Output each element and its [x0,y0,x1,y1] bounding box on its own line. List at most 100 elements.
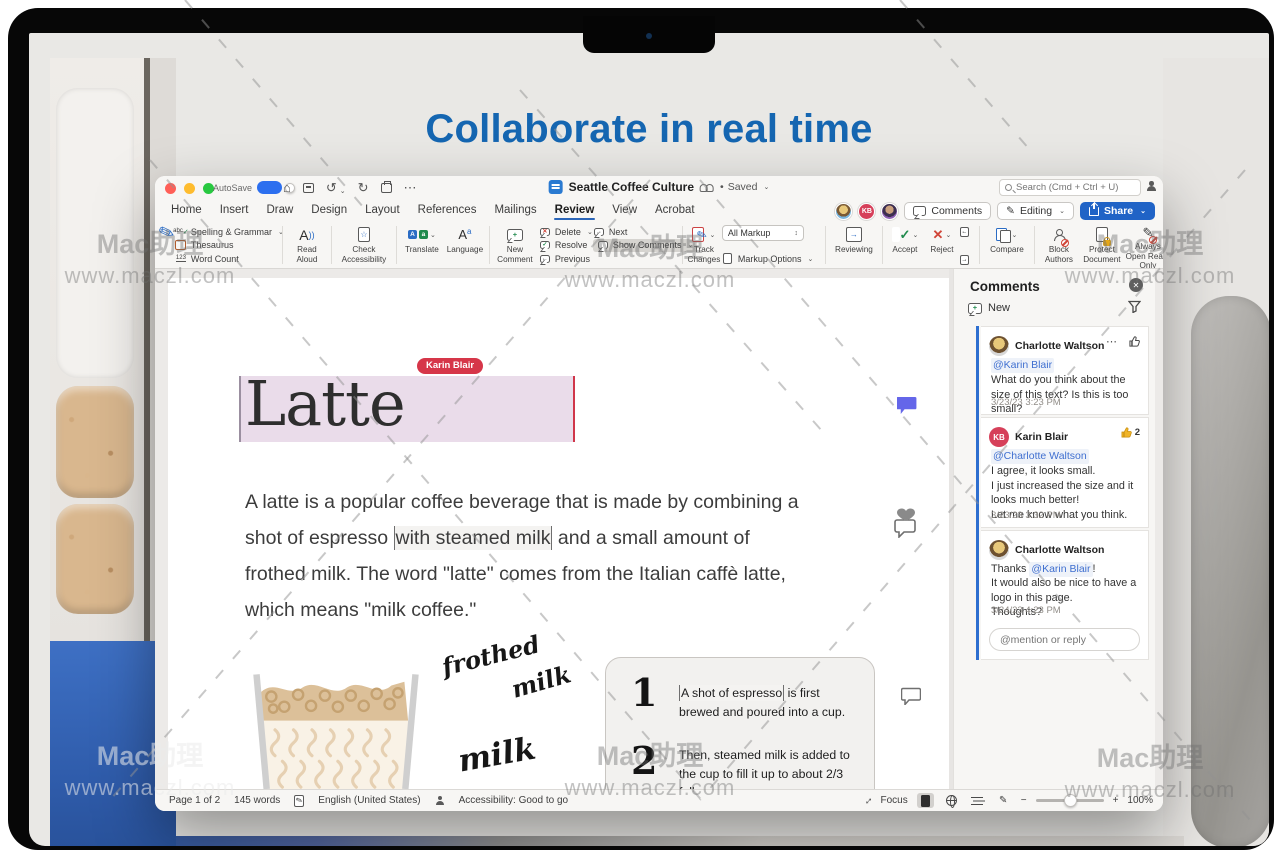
reply-input[interactable] [1000,633,1129,646]
tab-home[interactable]: Home [162,200,211,221]
compare-button[interactable]: ⌄ Compare [983,224,1031,266]
check-accessibility-button[interactable]: ☆ Check Accessibility [335,224,393,266]
tab-acrobat[interactable]: Acrobat [646,200,704,221]
like-button[interactable] [1129,336,1140,347]
protect-document-button[interactable]: Protect Document [1080,224,1124,266]
spelling-grammar-button[interactable]: abc ✓ Spelling & Grammar ⌄ [173,225,284,238]
draft-view-button[interactable]: ✎ [995,793,1012,808]
thesaurus-button[interactable]: Thesaurus [175,239,233,252]
comment-bubble-icon[interactable] [897,396,919,416]
zoom-slider[interactable] [1035,793,1104,807]
markup-view-select[interactable]: All Markup ↕ [721,225,804,241]
tab-review[interactable]: Review [546,200,604,221]
autosave-toggle[interactable] [257,181,296,194]
tab-mailings[interactable]: Mailings [485,200,545,221]
mention-link[interactable]: @Karin Blair [991,358,1055,373]
save-status[interactable]: • Saved ⌄ [720,181,769,193]
translate-button[interactable]: A a ⌄ Translate [400,224,444,266]
shared-people-icon[interactable] [700,182,715,192]
steps-callout-box[interactable]: 1 A shot of espresso is first brewed and… [605,657,875,789]
editor-icon[interactable]: ✎ [156,221,178,246]
document-heading[interactable]: Latte [245,367,406,440]
editing-mode-button[interactable]: ✎ Editing ⌄ [997,202,1074,220]
next-change-icon[interactable]: → [959,255,969,265]
search-input[interactable] [1016,182,1135,193]
outline-view-button[interactable] [969,793,986,808]
comment-more-icon[interactable]: ⋯ [1106,335,1118,348]
reviewing-pane-button[interactable]: → Reviewing [829,224,879,266]
avatar[interactable] [881,202,899,220]
next-comment-button[interactable]: → Next [593,225,627,238]
more-commands-icon[interactable]: ⋯ [404,180,417,196]
accept-change-button[interactable]: ✓ ⌄ Accept [886,224,924,266]
heart-reaction-bubble-icon[interactable] [891,506,921,538]
presence-icon[interactable] [1146,181,1159,194]
comment-author: Karin Blair [1015,431,1069,443]
read-aloud-button[interactable]: A)) Read Aloud [286,224,328,266]
language-button[interactable]: Aa Language [444,224,486,266]
review-ribbon: ✎ abc ✓ Spelling & Grammar ⌄ Thesaurus 123 [155,221,1163,269]
comment-card[interactable]: Charlotte Waltson Thanks @Karin Blair! I… [981,530,1149,660]
tab-insert[interactable]: Insert [211,200,258,221]
new-comment-button[interactable]: + New Comment [493,224,537,266]
comment-anchor-text[interactable]: A shot of espresso [679,685,785,701]
reject-change-button[interactable]: ✕ ⌄ Reject [924,224,960,266]
redo-icon[interactable]: ↻ [358,180,369,196]
web-layout-view-button[interactable] [943,793,960,808]
reviewing-icon: → [845,225,862,244]
undo-chevron-icon[interactable]: ⌄ [340,187,346,195]
comment-bubble-outline-icon[interactable] [901,687,921,705]
mention-link[interactable]: @Karin Blair [1029,562,1093,577]
print-icon[interactable] [380,181,392,193]
comment-card[interactable]: KB Karin Blair 2 @Charlotte Waltson I ag… [981,417,1149,528]
accessibility-status[interactable]: Accessibility: Good to go [459,795,569,806]
word-count-button[interactable]: 123 Word Count [175,252,239,265]
like-count[interactable]: 2 [1121,427,1140,438]
previous-change-icon[interactable]: ← [959,227,969,237]
tab-references[interactable]: References [409,200,486,221]
word-app-icon [548,180,563,194]
protect-document-icon [1095,225,1111,246]
avatar[interactable]: KB [858,202,876,220]
page-count[interactable]: Page 1 of 2 [169,795,220,806]
word-count[interactable]: 145 words [234,795,280,806]
comment-anchor-text[interactable]: with steamed milk [393,526,553,550]
minimize-window-button[interactable] [184,183,195,194]
close-panel-icon[interactable]: ✕ [1129,278,1143,292]
share-button[interactable]: Share ⌄ [1079,202,1155,220]
search-box[interactable] [999,179,1141,196]
delete-comment-button[interactable]: ✕ Delete ⌄ [539,225,593,238]
selection-bar [239,376,241,442]
markup-options-button[interactable]: Markup Options ⌄ [722,252,813,265]
comments-button[interactable]: Comments [904,202,992,220]
tab-design[interactable]: Design [302,200,356,221]
body-paragraph[interactable]: A latte is a popular coffee beverage tha… [245,484,801,628]
zoom-slider-knob[interactable] [1063,793,1077,807]
focus-button[interactable]: Focus [881,795,908,806]
save-icon[interactable] [302,183,314,193]
zoom-level[interactable]: 100% [1127,795,1153,806]
resolve-comment-button[interactable]: ✓ Resolve [539,239,587,252]
zoom-out-button[interactable]: − [1021,795,1027,806]
proofing-icon[interactable]: ✎ [294,794,305,807]
document-area: Latte Karin Blair A latte is a popular c… [155,269,1163,789]
mention-link[interactable]: @Charlotte Waltson [991,449,1089,464]
zoom-in-button[interactable]: + [1113,795,1119,806]
language-status[interactable]: English (United States) [318,795,420,806]
close-window-button[interactable] [165,183,176,194]
track-changes-button[interactable]: ✎ ⌄ Track Changes [686,224,722,266]
new-comment-panel-button[interactable]: + New [968,302,1010,314]
avatar[interactable] [835,202,853,220]
block-authors-button[interactable]: Block Authors [1038,224,1080,266]
previous-comment-button[interactable]: ← Previous [539,252,590,265]
reply-box[interactable] [989,628,1140,651]
print-layout-view-button[interactable] [916,793,934,808]
tab-view[interactable]: View [603,200,646,221]
tab-draw[interactable]: Draw [257,200,302,221]
comment-card[interactable]: Charlotte Waltson ⋯ @Karin Blair What do… [981,326,1149,415]
filter-icon[interactable] [1127,300,1142,318]
tab-layout[interactable]: Layout [356,200,409,221]
always-open-readonly-button[interactable]: ✎ Always Open Read-Only [1124,224,1163,268]
home-icon[interactable]: ⌂ [283,180,291,196]
undo-icon[interactable]: ↺ [326,180,337,196]
